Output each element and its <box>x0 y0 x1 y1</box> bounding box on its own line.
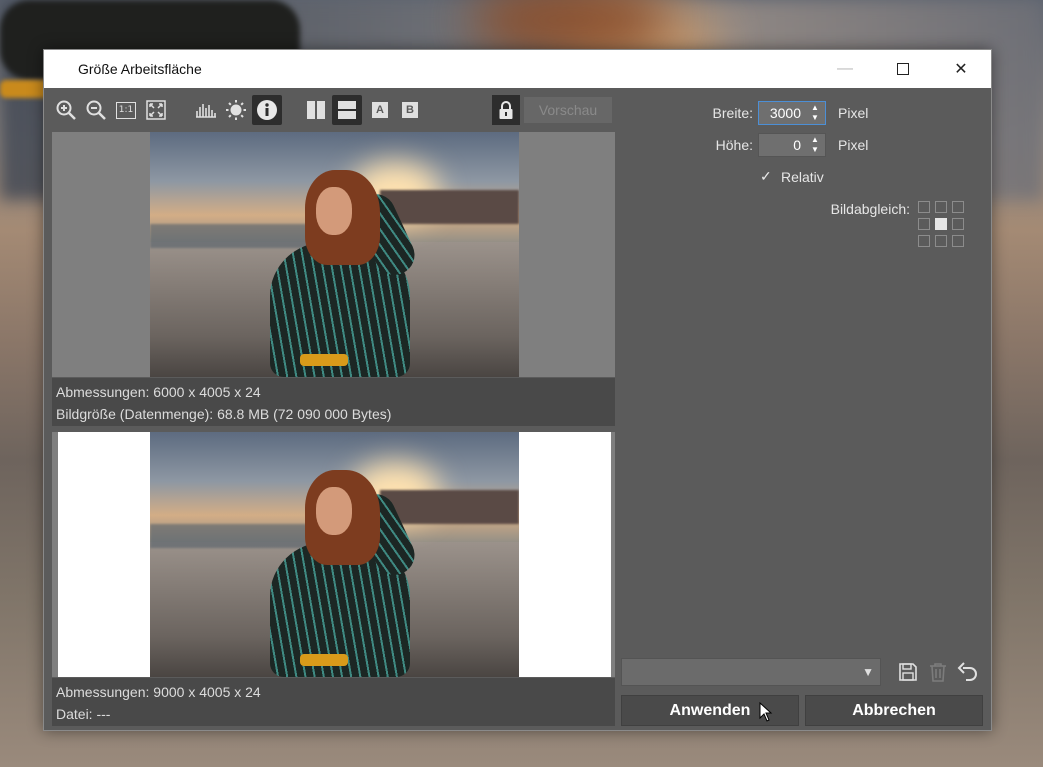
undo-icon <box>957 662 977 681</box>
width-label: Breite: <box>712 105 753 121</box>
anchor-top-center[interactable] <box>935 201 947 213</box>
close-button[interactable]: ✕ <box>932 50 990 88</box>
zoom-out-button[interactable] <box>82 95 110 125</box>
split-vertical-button[interactable] <box>302 95 330 125</box>
preview-button[interactable]: Vorschau <box>524 97 612 123</box>
alignment-label: Bildabgleich: <box>830 201 910 217</box>
minimize-button[interactable]: — <box>816 50 874 88</box>
result-dimensions: Abmessungen: 9000 x 4005 x 24 <box>56 684 261 700</box>
canvas-size-dialog: Größe Arbeitsfläche — ✕ 1:1 A B Vorschau… <box>43 49 992 731</box>
lock-icon <box>499 101 513 119</box>
actual-size-label: 1:1 <box>118 104 134 115</box>
save-icon <box>899 663 917 681</box>
original-dimensions: Abmessungen: 6000 x 4005 x 24 <box>56 384 261 400</box>
maximize-button[interactable] <box>874 50 932 88</box>
anchor-top-left[interactable] <box>918 201 930 213</box>
preset-dropdown[interactable]: ▼ <box>621 658 881 686</box>
actual-size-button[interactable]: 1:1 <box>112 95 140 125</box>
close-icon: ✕ <box>954 61 968 78</box>
width-value: 3000 <box>769 105 801 121</box>
original-photo <box>150 132 519 377</box>
result-file: Datei: --- <box>56 706 111 722</box>
anchor-middle-right[interactable] <box>952 218 964 230</box>
zoom-out-icon <box>86 100 106 120</box>
view-b-label: B <box>406 104 414 116</box>
view-b-button[interactable]: B <box>396 95 424 125</box>
settings-panel: Breite: 3000 ▲ ▼ Pixel Höhe: 0 ▲ ▼ Pixel… <box>619 88 991 688</box>
chevron-down-icon: ▼ <box>862 665 874 679</box>
reset-button[interactable] <box>955 659 981 685</box>
split-vertical-icon <box>307 101 325 119</box>
height-label: Höhe: <box>715 137 753 153</box>
brightness-button[interactable] <box>222 95 250 125</box>
anchor-bottom-right[interactable] <box>952 235 964 247</box>
fit-window-icon <box>146 100 166 120</box>
width-increase-icon[interactable]: ▲ <box>808 103 822 113</box>
zoom-in-button[interactable] <box>52 95 80 125</box>
height-value: 0 <box>793 137 801 153</box>
view-a-button[interactable]: A <box>366 95 394 125</box>
original-size: Bildgröße (Datenmenge): 68.8 MB (72 090 … <box>56 406 392 422</box>
width-input[interactable]: 3000 ▲ ▼ <box>758 101 826 125</box>
mouse-cursor-icon <box>759 702 773 722</box>
original-preview[interactable] <box>52 132 615 377</box>
view-a-icon: A <box>372 102 388 118</box>
height-input[interactable]: 0 ▲ ▼ <box>758 133 826 157</box>
anchor-top-right[interactable] <box>952 201 964 213</box>
height-decrease-icon[interactable]: ▼ <box>808 145 822 155</box>
trash-icon <box>930 663 946 682</box>
delete-preset-button[interactable] <box>925 659 951 685</box>
save-preset-button[interactable] <box>895 659 921 685</box>
histogram-button[interactable] <box>192 95 220 125</box>
result-preview[interactable] <box>52 432 615 677</box>
relative-checkbox[interactable]: ✓ <box>760 169 774 183</box>
anchor-bottom-left[interactable] <box>918 235 930 247</box>
histogram-icon <box>196 104 216 118</box>
alignment-grid <box>918 201 966 249</box>
brightness-icon <box>226 100 246 120</box>
height-unit: Pixel <box>838 137 869 153</box>
result-photo <box>150 432 519 677</box>
cancel-button[interactable]: Abbrechen <box>805 695 983 726</box>
actual-size-icon: 1:1 <box>116 101 136 119</box>
width-decrease-icon[interactable]: ▼ <box>808 113 822 123</box>
anchor-middle-left[interactable] <box>918 218 930 230</box>
relative-label: Relativ <box>781 169 824 185</box>
split-horizontal-button[interactable] <box>332 95 362 125</box>
original-info: Abmessungen: 6000 x 4005 x 24 Bildgröße … <box>52 378 615 426</box>
dialog-title: Größe Arbeitsfläche <box>78 61 202 77</box>
anchor-bottom-center[interactable] <box>935 235 947 247</box>
width-unit: Pixel <box>838 105 869 121</box>
result-info: Abmessungen: 9000 x 4005 x 24 Datei: --- <box>52 678 615 726</box>
info-button[interactable] <box>252 95 282 125</box>
preset-bar: ▼ <box>621 658 989 694</box>
split-horizontal-icon <box>338 101 356 119</box>
maximize-icon <box>897 63 909 75</box>
view-a-label: A <box>376 104 384 116</box>
zoom-in-icon <box>56 100 76 120</box>
info-icon <box>257 100 277 120</box>
fit-window-button[interactable] <box>142 95 170 125</box>
anchor-center[interactable] <box>935 218 947 230</box>
minimize-icon: — <box>837 60 853 77</box>
height-increase-icon[interactable]: ▲ <box>808 135 822 145</box>
title-bar[interactable]: Größe Arbeitsfläche — ✕ <box>44 50 991 88</box>
view-b-icon: B <box>402 102 418 118</box>
lock-button[interactable] <box>492 95 520 125</box>
preview-toolbar: 1:1 A B Vorschau <box>52 95 617 127</box>
